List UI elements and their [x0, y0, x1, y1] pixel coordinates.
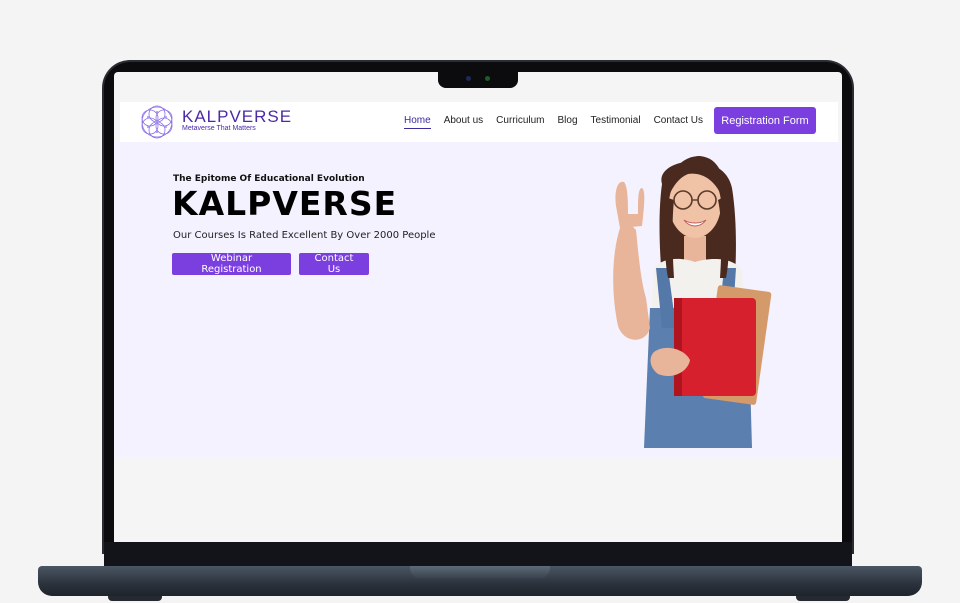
nav-link-curriculum[interactable]: Curriculum [496, 115, 544, 129]
laptop-bezel-bottom [104, 542, 852, 566]
nav-link-home[interactable]: Home [404, 115, 431, 129]
hero-subtitle: Our Courses Is Rated Excellent By Over 2… [173, 230, 436, 241]
site-navbar: KALPVERSE Metaverse That Matters Home Ab… [120, 102, 838, 142]
laptop-screen: KALPVERSE Metaverse That Matters Home Ab… [114, 72, 842, 542]
nav-link-about[interactable]: About us [444, 115, 483, 129]
hero-title: KALPVERSE [172, 184, 398, 223]
nav-link-blog[interactable]: Blog [558, 115, 578, 129]
camera-light-icon [485, 76, 490, 81]
laptop-foot-left [108, 596, 162, 601]
laptop-opening-notch [410, 566, 550, 578]
kalpverse-logo-icon[interactable] [140, 105, 174, 139]
webinar-registration-button[interactable]: Webinar Registration [172, 253, 291, 275]
camera-lens-icon [466, 76, 471, 81]
nav-link-contact[interactable]: Contact Us [654, 115, 703, 129]
camera-notch [438, 70, 518, 88]
main-nav: Home About us Curriculum Blog Testimonia… [404, 115, 716, 129]
contact-us-button[interactable]: Contact Us [299, 253, 369, 275]
registration-form-button[interactable]: Registration Form [714, 107, 816, 134]
brand-name[interactable]: KALPVERSE [182, 107, 292, 127]
student-with-books-photo-icon [613, 156, 772, 448]
hero-eyebrow: The Epitome Of Educational Evolution [173, 174, 365, 184]
brand-tagline: Metaverse That Matters [182, 125, 256, 132]
laptop-foot-right [796, 596, 850, 601]
nav-link-testimonial[interactable]: Testimonial [591, 115, 641, 129]
